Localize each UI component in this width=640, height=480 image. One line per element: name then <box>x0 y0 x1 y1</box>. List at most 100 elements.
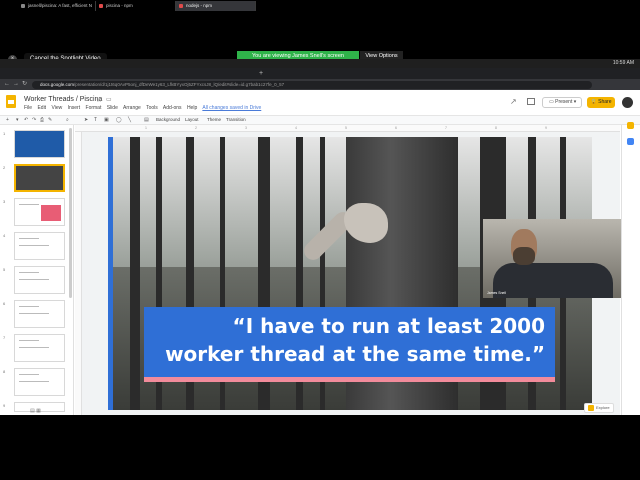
slide-number: 6 <box>3 301 6 306</box>
thumb-line <box>19 204 39 205</box>
back-icon[interactable]: ← <box>4 81 10 88</box>
present-button[interactable]: ▭ Present ▾ <box>542 97 582 108</box>
textbox-icon[interactable]: T <box>94 117 97 123</box>
grid-view-icon[interactable]: ▤ ▦ <box>30 408 41 414</box>
comment-icon[interactable] <box>527 98 535 105</box>
select-icon[interactable]: ➤ <box>84 117 88 123</box>
explore-icon <box>588 405 594 411</box>
slide-thumbnail[interactable] <box>14 300 65 328</box>
line-icon[interactable]: ╲ <box>128 117 131 123</box>
browser-tab-active[interactable]: nodejs - npm <box>176 1 256 11</box>
keep-icon[interactable] <box>627 122 634 129</box>
dropdown-icon[interactable]: ▾ <box>16 117 19 123</box>
thumb-line <box>19 347 49 348</box>
comment-add-icon[interactable]: ▤ <box>144 117 149 123</box>
vertical-ruler <box>75 132 82 415</box>
thumb-line <box>19 306 39 307</box>
ruler-label: 7 <box>445 126 447 130</box>
menu-file[interactable]: File <box>24 105 32 111</box>
browser-tab[interactable]: piscina - npm <box>96 1 176 11</box>
star-icon[interactable]: ☆ <box>96 96 102 104</box>
thumb-line <box>19 340 39 341</box>
undo-icon[interactable]: ↶ <box>24 117 28 123</box>
saved-status[interactable]: All changes saved in Drive <box>202 105 261 111</box>
npm-icon <box>99 4 103 8</box>
slide-thumbnail[interactable] <box>14 334 65 362</box>
slide-thumbnail[interactable] <box>14 130 65 158</box>
redo-icon[interactable]: ↷ <box>32 117 36 123</box>
slides-logo-icon[interactable] <box>6 95 16 108</box>
thumb-line <box>19 313 49 314</box>
quote-underline <box>144 377 555 382</box>
background-button[interactable]: Background <box>156 116 180 124</box>
slide-thumbnail-selected[interactable] <box>14 164 65 192</box>
thumb-line <box>19 381 49 382</box>
explore-button[interactable]: Explore <box>584 403 614 413</box>
transition-button[interactable]: Transition <box>226 116 246 124</box>
paint-format-icon[interactable]: ✎ <box>48 117 52 123</box>
speaker-beard <box>513 247 535 265</box>
slide-thumbnail[interactable] <box>14 232 65 260</box>
reload-icon[interactable]: ↻ <box>22 81 27 88</box>
avatar[interactable] <box>622 97 633 108</box>
zoom-icon[interactable]: ⌕ <box>66 117 69 123</box>
slide-number: 8 <box>3 369 6 374</box>
horizontal-ruler <box>75 125 620 132</box>
ruler-label: 8 <box>495 126 497 130</box>
slide-thumbnail[interactable] <box>14 368 65 396</box>
new-slide-icon[interactable]: + <box>6 117 9 123</box>
browser-tab[interactable]: jasnell/piscina: A fast, efficient N <box>18 1 96 11</box>
move-folder-icon[interactable]: ▭ <box>106 96 112 103</box>
browser-tab-bar <box>0 68 640 79</box>
menu-format[interactable]: Format <box>86 105 102 111</box>
thumb-line <box>19 272 39 273</box>
theme-button[interactable]: Theme <box>207 116 221 124</box>
document-title[interactable]: Worker Threads / Piscina <box>24 96 102 103</box>
slide-number: 1 <box>3 131 6 136</box>
menu-edit[interactable]: Edit <box>37 105 46 111</box>
thumb-box <box>41 205 61 221</box>
ruler-label: 5 <box>345 126 347 130</box>
new-tab-icon[interactable]: + <box>259 68 263 79</box>
ruler-label: 4 <box>295 126 297 130</box>
thumb-line <box>19 374 39 375</box>
system-clock: 10:59 AM <box>612 60 634 66</box>
share-button[interactable]: 🔒 Share <box>587 97 615 108</box>
menu-tools[interactable]: Tools <box>146 105 158 111</box>
menu-bar: File Edit View Insert Format Slide Arran… <box>24 105 265 111</box>
address-bar[interactable]: docs.google.com/presentation/d/1j1t6q0Av… <box>32 81 592 89</box>
print-icon[interactable]: ⎙ <box>40 117 44 123</box>
menu-insert[interactable]: Insert <box>68 105 81 111</box>
screen: × Cancel the Spotlight Video You are vie… <box>0 0 640 480</box>
ruler-label: 9 <box>545 126 547 130</box>
system-tray <box>455 61 625 74</box>
side-panel <box>621 125 640 415</box>
tasks-icon[interactable] <box>627 138 634 145</box>
thumb-line <box>19 245 49 246</box>
slide-thumbnail[interactable] <box>14 198 65 226</box>
forward-icon[interactable]: → <box>13 81 19 88</box>
thumb-line <box>19 238 39 239</box>
ruler-label: 6 <box>395 126 397 130</box>
menu-arrange[interactable]: Arrange <box>123 105 141 111</box>
shape-icon[interactable]: ◯ <box>116 117 122 123</box>
slide-thumbnail[interactable] <box>14 266 65 294</box>
slide-quote[interactable]: “I have to run at least 2000 worker thre… <box>150 312 545 368</box>
activity-icon[interactable]: ↗ <box>510 97 517 106</box>
npm-icon <box>179 4 183 8</box>
slide-number: 9 <box>3 403 6 408</box>
speaker-video[interactable]: James Snell <box>483 219 621 298</box>
filmstrip-scrollbar[interactable] <box>69 128 72 298</box>
tree-trunk <box>130 137 140 410</box>
image-icon[interactable]: ▣ <box>104 117 109 123</box>
layout-button[interactable]: Layout <box>185 116 199 124</box>
ruler-label: 3 <box>245 126 247 130</box>
menu-help[interactable]: Help <box>187 105 197 111</box>
ruler-label: 2 <box>195 126 197 130</box>
speaker-name: James Snell <box>487 291 507 295</box>
menu-addons[interactable]: Add-ons <box>163 105 182 111</box>
slide-number: 4 <box>3 233 6 238</box>
speaker-body <box>493 263 613 298</box>
menu-slide[interactable]: Slide <box>107 105 118 111</box>
menu-view[interactable]: View <box>51 105 62 111</box>
